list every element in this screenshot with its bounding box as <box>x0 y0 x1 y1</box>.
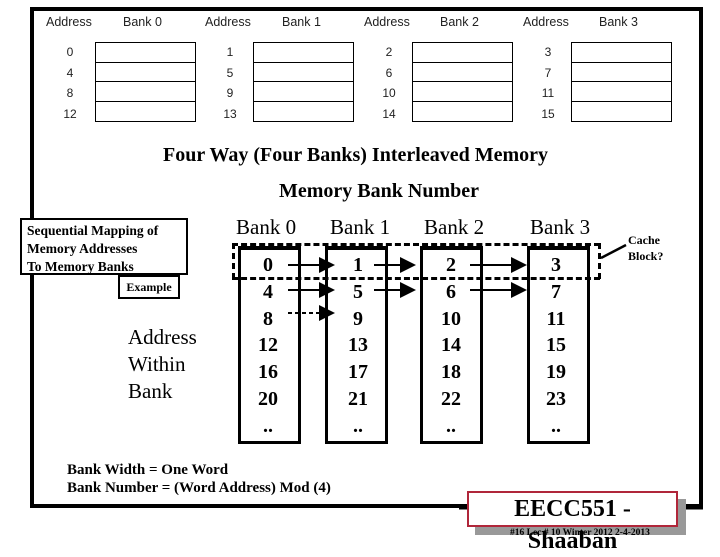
cache-label-line: Cache <box>628 233 660 247</box>
slide-footer: #16 Lec # 10 Winter 2012 2-4-2013 <box>510 528 650 538</box>
cache-block-pointer <box>600 243 627 260</box>
cache-block-label: Cache Block? <box>628 232 663 264</box>
course-brand-label: EECC551 - Shaaban <box>467 491 678 554</box>
bank-notes: Bank Width = One Word Bank Number = (Wor… <box>67 461 331 497</box>
bank-number-note: Bank Number = (Word Address) Mod (4) <box>67 480 331 496</box>
cache-label-line: Block? <box>628 249 664 263</box>
diagram-arrows <box>288 243 703 510</box>
bank-width-note: Bank Width = One Word <box>67 462 229 478</box>
